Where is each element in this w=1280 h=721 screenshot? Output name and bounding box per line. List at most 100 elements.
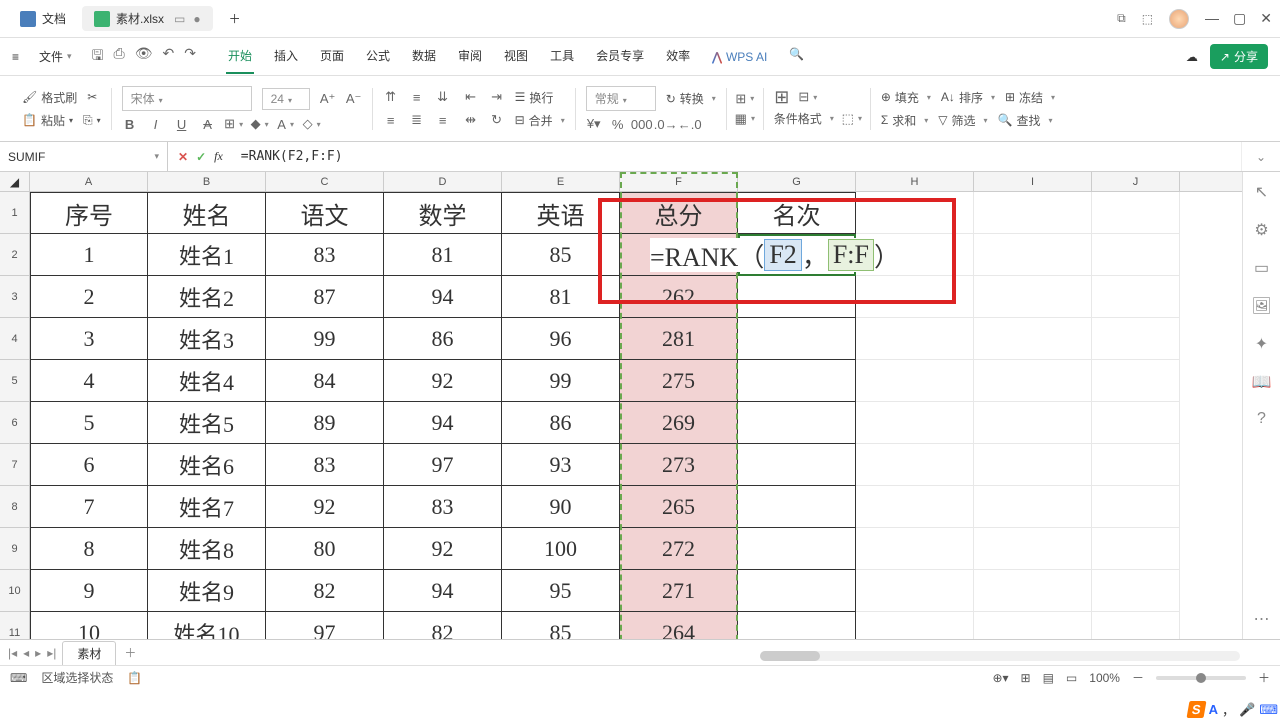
cell[interactable]: 100 (502, 528, 620, 570)
cube-icon[interactable]: ⬚ (1142, 12, 1153, 26)
bold-icon[interactable]: B (122, 117, 138, 131)
filter-button[interactable]: ▽ 筛选 (938, 112, 987, 129)
zoom-out-icon[interactable]: － (1132, 669, 1144, 686)
cell[interactable] (856, 444, 974, 486)
cell[interactable] (856, 486, 974, 528)
header-cell[interactable]: 名次 (738, 192, 856, 234)
cell[interactable] (974, 444, 1092, 486)
cell[interactable]: 84 (266, 360, 384, 402)
cell[interactable]: 97 (266, 612, 384, 639)
highlight-icon[interactable]: ◇ (304, 117, 320, 131)
cell[interactable]: 94 (384, 570, 502, 612)
cell[interactable]: 264 (620, 612, 738, 639)
cell[interactable] (856, 360, 974, 402)
cell[interactable]: 7 (30, 486, 148, 528)
cell[interactable] (1092, 276, 1180, 318)
col-header[interactable]: F (620, 172, 738, 191)
align-top-icon[interactable]: ⇈ (383, 90, 399, 104)
row-header[interactable]: 6 (0, 402, 30, 444)
col-header[interactable]: C (266, 172, 384, 191)
cell[interactable] (974, 528, 1092, 570)
cell[interactable]: 87 (266, 276, 384, 318)
dec-inc-icon[interactable]: .0→ (658, 117, 674, 131)
col-header[interactable]: G (738, 172, 856, 191)
cell[interactable]: 265 (620, 486, 738, 528)
horizontal-scrollbar[interactable] (760, 651, 1240, 661)
minimize-button[interactable]: — (1205, 10, 1219, 27)
file-menu[interactable]: 文件▾ (33, 46, 78, 67)
cell[interactable] (856, 192, 974, 234)
cell[interactable]: 9 (30, 570, 148, 612)
increase-font-icon[interactable]: A⁺ (320, 92, 336, 106)
comma-icon[interactable]: 000 (634, 117, 650, 131)
cursor-icon[interactable]: ↖ (1255, 182, 1268, 202)
wrap-button[interactable]: ☰ 换行 (515, 89, 554, 106)
doc-tab-1[interactable]: 文档 (8, 6, 78, 31)
cell[interactable] (738, 570, 856, 612)
cell[interactable] (974, 570, 1092, 612)
cell[interactable] (738, 402, 856, 444)
wps-ai-button[interactable]: ⋀WPS AI (710, 39, 769, 74)
cell[interactable]: 姓名3 (148, 318, 266, 360)
cell[interactable]: 83 (266, 234, 384, 276)
clipboard-icon[interactable]: 📋 (127, 671, 142, 685)
add-sheet-button[interactable]: ＋ (124, 644, 136, 661)
cell[interactable]: 姓名9 (148, 570, 266, 612)
formula-input[interactable]: =RANK(F2,F:F) (233, 149, 1241, 164)
sheet-next-icon[interactable]: ▸ (35, 646, 41, 660)
font-color-icon[interactable]: A (278, 117, 294, 131)
sum-button[interactable]: Σ 求和 (881, 112, 928, 129)
cell[interactable] (738, 528, 856, 570)
cell[interactable]: 2 (30, 276, 148, 318)
sheet-tab[interactable]: 素材 (62, 641, 116, 665)
redo-icon[interactable]: ↷ (184, 45, 196, 69)
cell[interactable]: 93 (502, 444, 620, 486)
indent-dec-icon[interactable]: ⇤ (463, 90, 479, 104)
save-icon[interactable]: 🖫 (92, 45, 104, 69)
cell[interactable]: 83 (266, 444, 384, 486)
maximize-button[interactable]: ▢ (1233, 10, 1246, 27)
format-brush-button[interactable]: 🖌 格式刷 (22, 89, 77, 106)
cell[interactable] (738, 444, 856, 486)
align-left-icon[interactable]: ≡ (383, 113, 399, 127)
cell[interactable]: 89 (266, 402, 384, 444)
hamburger-icon[interactable]: ≡ (12, 50, 19, 64)
cell[interactable]: 85 (502, 612, 620, 639)
more-icon[interactable]: ⋯ (1254, 609, 1270, 629)
convert-button[interactable]: ↻ 转换 (666, 90, 716, 107)
cell-styles-icon[interactable]: ⊞ (737, 92, 753, 106)
row-header[interactable]: 11 (0, 612, 30, 639)
cell[interactable] (1092, 318, 1180, 360)
reading-view-icon[interactable]: ▭ (1066, 671, 1077, 685)
tab-review[interactable]: 审阅 (456, 39, 484, 74)
cond-format-button[interactable]: 条件格式 (774, 110, 834, 127)
sheet-last-icon[interactable]: ▸| (47, 646, 56, 660)
cell[interactable]: 6 (30, 444, 148, 486)
header-cell[interactable]: 姓名 (148, 192, 266, 234)
align-center-icon[interactable]: ≣ (409, 113, 425, 127)
cell[interactable] (1092, 528, 1180, 570)
cell[interactable] (974, 360, 1092, 402)
row-header[interactable]: 8 (0, 486, 30, 528)
cell[interactable]: 83 (384, 486, 502, 528)
cell[interactable]: 86 (384, 318, 502, 360)
currency-icon[interactable]: ¥▾ (586, 117, 602, 131)
cell[interactable] (620, 234, 738, 276)
find-button[interactable]: 🔍 查找 (998, 112, 1053, 129)
cell[interactable]: 99 (266, 318, 384, 360)
undo-icon[interactable]: ↶ (162, 45, 174, 69)
sheet-first-icon[interactable]: |◂ (8, 646, 17, 660)
cell[interactable] (738, 612, 856, 639)
cell[interactable]: 275 (620, 360, 738, 402)
cell[interactable] (974, 612, 1092, 639)
cell[interactable]: 90 (502, 486, 620, 528)
col-header[interactable]: D (384, 172, 502, 191)
cell[interactable]: 姓名8 (148, 528, 266, 570)
zoom-value[interactable]: 100% (1089, 671, 1120, 685)
cell[interactable] (856, 318, 974, 360)
print-icon[interactable]: ⎙ (114, 45, 125, 69)
align-bot-icon[interactable]: ⇊ (435, 90, 451, 104)
cell[interactable] (1092, 570, 1180, 612)
tab-insert[interactable]: 插入 (272, 39, 300, 74)
merge-button[interactable]: ⊟ 合并 (515, 112, 565, 129)
